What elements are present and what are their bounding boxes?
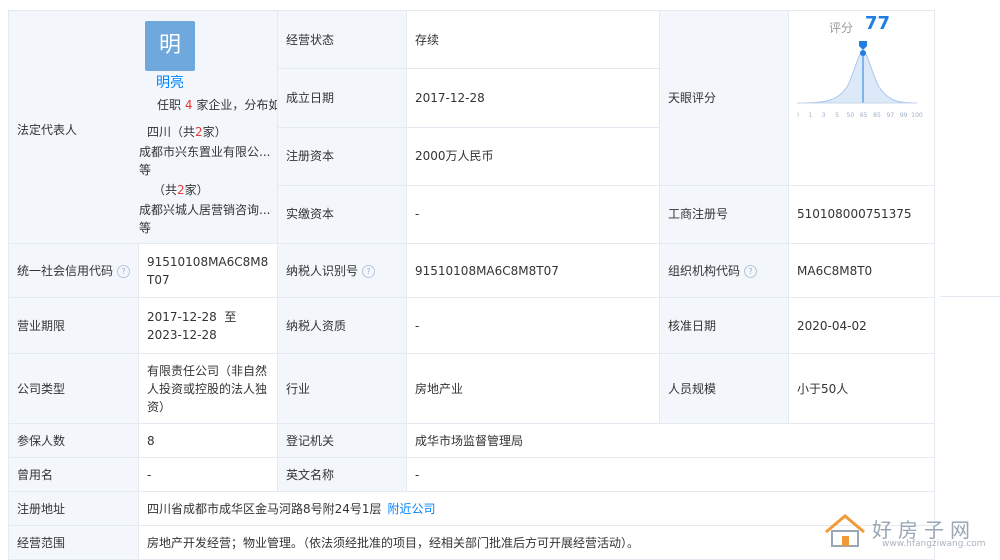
- legal-rep-label: 法定代表人: [17, 123, 78, 137]
- score-tick-label: 0: [797, 112, 799, 119]
- score-marker-pin: [859, 41, 867, 51]
- term-value: 2017-12-28 至 2023-12-28: [138, 297, 278, 354]
- group1-tail: 家）: [202, 125, 227, 139]
- watermark: 好房子网 www.hfangziwang.com: [822, 512, 992, 552]
- help-icon[interactable]: ?: [744, 264, 758, 278]
- former-name-label: 曾用名: [8, 457, 139, 492]
- scope-value: 房地产开发经营；物业管理。（依法须经批准的项目，经相关部门批准后方可开展经营活动…: [138, 525, 935, 560]
- score-cell: 评分 77 01355065859799100: [788, 10, 935, 186]
- credit-code-label-text: 统一社会信用代码: [17, 263, 114, 278]
- jobs-prefix: 任职: [157, 98, 182, 112]
- founded-label: 成立日期: [277, 68, 407, 128]
- scope-label: 经营范围: [8, 525, 139, 560]
- industry-label: 行业: [277, 353, 407, 424]
- legal-rep-jobs: 任职 4 家企业，分布如下: [157, 96, 277, 114]
- nearby-companies-link[interactable]: 附近公司: [388, 502, 436, 516]
- reg-no-value: 510108000751375: [788, 184, 935, 245]
- approve-date-label: 核准日期: [659, 297, 789, 354]
- company-info-table: 法定代表人 明 明亮 任职 4 家企业，分布如下 四川（共2家） 成都市兴东置业…: [8, 9, 935, 560]
- credit-code-label: 统一社会信用代码?: [8, 243, 139, 298]
- capital-label: 注册资本: [277, 126, 407, 186]
- address-label: 注册地址: [8, 491, 139, 526]
- group2-count: 2: [177, 183, 185, 197]
- group1-count: 2: [195, 125, 203, 139]
- score-tick-label: 65: [860, 112, 868, 119]
- tax-id-label: 纳税人识别号?: [277, 243, 407, 298]
- insured-label: 参保人数: [8, 423, 139, 458]
- group1-company-link[interactable]: 成都市兴东置业有限公...: [139, 143, 270, 161]
- group2-company-link[interactable]: 成都兴城人居营销咨询...: [139, 201, 270, 219]
- approve-date-value: 2020-04-02: [788, 297, 935, 354]
- score-ticks: 01355065859799100: [797, 112, 923, 119]
- founded-value: 2017-12-28: [406, 68, 660, 128]
- status-label: 经营状态: [277, 9, 407, 70]
- credit-code-value: 91510108MA6C8M8T07: [138, 243, 278, 298]
- group1-more: 等: [139, 163, 152, 177]
- status-value: 存续: [406, 9, 660, 70]
- term-label: 营业期限: [8, 297, 139, 354]
- score-tick-label: 5: [835, 112, 839, 119]
- staff-size-value: 小于50人: [788, 353, 935, 424]
- divider: [940, 296, 1000, 297]
- score-value: 77: [865, 13, 891, 35]
- house-logo-icon: [825, 514, 865, 547]
- legal-rep-name[interactable]: 明亮: [156, 74, 184, 92]
- paid-label: 实缴资本: [277, 184, 407, 245]
- group2-more: 等: [139, 221, 152, 235]
- score-tick-label: 100: [911, 112, 923, 119]
- legal-rep-avatar[interactable]: 明: [145, 21, 195, 71]
- tax-id-label-text: 纳税人识别号: [286, 263, 359, 278]
- legal-rep-cell: 法定代表人 明 明亮 任职 4 家企业，分布如下 四川（共2家） 成都市兴东置业…: [8, 10, 278, 244]
- authority-label: 登记机关: [277, 423, 407, 458]
- address-cell: 四川省成都市成华区金马河路8号附24号1层 附近公司: [138, 491, 935, 526]
- score-label: 天眼评分: [659, 10, 789, 186]
- org-code-value: MA6C8M8T0: [788, 243, 935, 298]
- capital-value: 2000万人民币: [406, 126, 660, 186]
- english-name-label: 英文名称: [277, 457, 407, 492]
- tax-qualification-label: 纳税人资质: [277, 297, 407, 354]
- score-title: 评分: [829, 21, 854, 36]
- group1-region: 四川（共: [147, 125, 196, 139]
- insured-value: 8: [138, 423, 278, 458]
- org-code-label: 组织机构代码?: [659, 243, 789, 298]
- score-tick-label: 97: [887, 112, 895, 119]
- staff-size-label: 人员规模: [659, 353, 789, 424]
- help-icon[interactable]: ?: [117, 264, 131, 278]
- reg-no-label: 工商注册号: [659, 184, 789, 245]
- score-distribution-chart: 01355065859799100: [797, 41, 923, 119]
- address-value: 四川省成都市成华区金马河路8号附24号1层: [147, 501, 382, 516]
- score-tick-label: 50: [847, 112, 855, 119]
- tax-id-value: 91510108MA6C8M8T07: [406, 243, 660, 298]
- jobs-suffix: 家企业，分布如下: [196, 98, 276, 112]
- company-type-value: 有限责任公司（非自然人投资或控股的法人独资）: [138, 353, 278, 424]
- tax-qualification-value: -: [406, 297, 660, 354]
- english-name-value: -: [406, 457, 935, 492]
- score-tick-label: 1: [808, 112, 812, 119]
- industry-value: 房地产业: [406, 353, 660, 424]
- former-name-value: -: [138, 457, 278, 492]
- group2-tail: 家）: [184, 183, 209, 197]
- region-group-2: （共2家）: [153, 181, 209, 199]
- score-curve-fill: [797, 50, 918, 104]
- group2-region: （共: [153, 183, 178, 197]
- paid-value: -: [406, 184, 660, 245]
- score-tick-label: 85: [873, 112, 881, 119]
- region-group-1: 四川（共2家）: [147, 123, 227, 141]
- help-icon[interactable]: ?: [362, 264, 376, 278]
- watermark-url: www.hfangziwang.com: [882, 539, 986, 549]
- jobs-count: 4: [184, 98, 193, 112]
- org-code-label-text: 组织机构代码: [668, 263, 741, 278]
- score-tick-label: 99: [900, 112, 908, 119]
- score-marker-dot: [860, 50, 866, 57]
- company-type-label: 公司类型: [8, 353, 139, 424]
- score-tick-label: 3: [822, 112, 826, 119]
- authority-value: 成华市场监督管理局: [406, 423, 935, 458]
